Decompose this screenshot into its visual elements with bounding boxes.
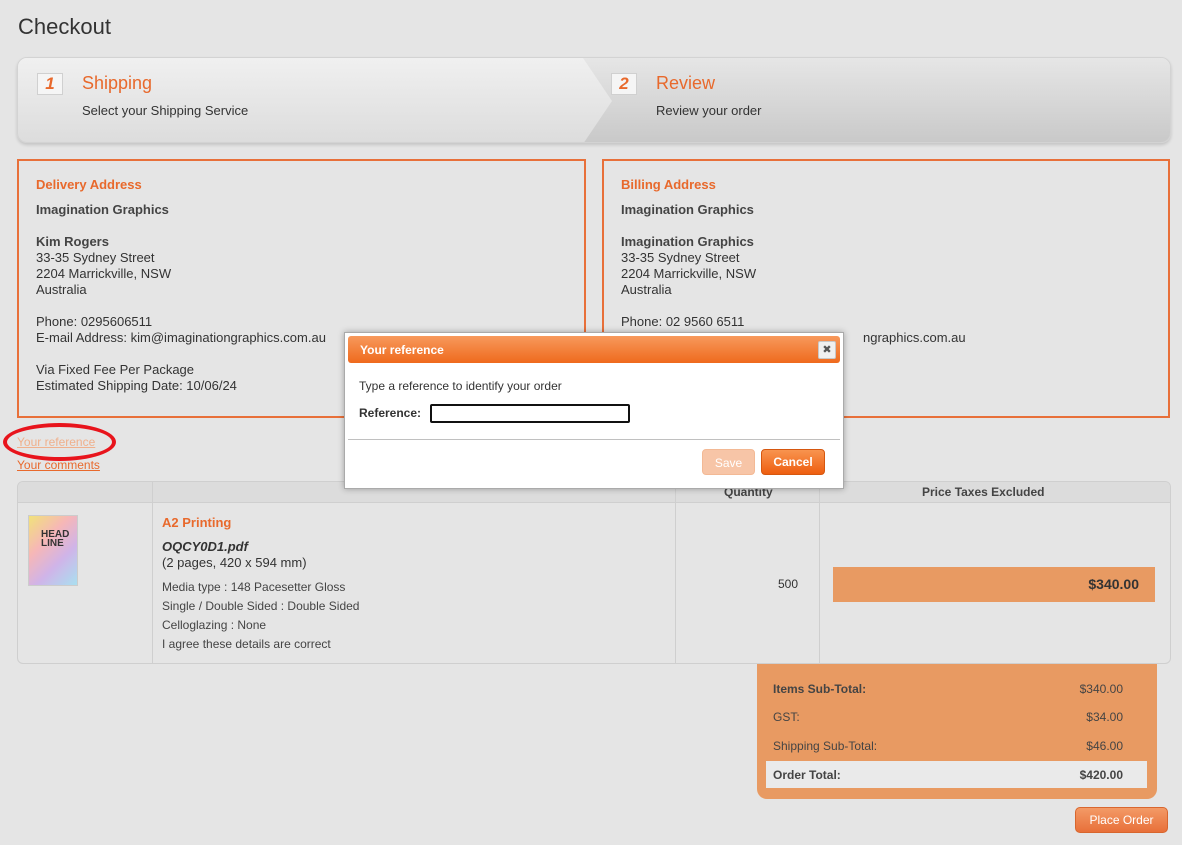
order-items-table: Quantity Price Taxes Excluded HEAD LINE … bbox=[17, 481, 1171, 664]
delivery-company: Imagination Graphics bbox=[36, 202, 169, 217]
delivery-name: Kim Rogers bbox=[36, 234, 109, 249]
billing-street: 33-35 Sydney Street bbox=[621, 250, 740, 265]
checkout-steps: 1 Shipping Select your Shipping Service … bbox=[17, 57, 1171, 143]
dialog-title: Your reference bbox=[360, 343, 444, 357]
step-subtitle: Select your Shipping Service bbox=[82, 103, 249, 118]
your-comments-link[interactable]: Your comments bbox=[17, 458, 100, 472]
delivery-street: 33-35 Sydney Street bbox=[36, 250, 155, 265]
product-pages: (2 pages, 420 x 594 mm) bbox=[162, 555, 307, 570]
step-number: 1 bbox=[37, 73, 63, 95]
product-title: A2 Printing bbox=[162, 515, 232, 530]
product-detail-agreement: I agree these details are correct bbox=[162, 637, 331, 651]
order-total-value: $420.00 bbox=[1079, 768, 1123, 782]
page-title: Checkout bbox=[18, 14, 111, 39]
billing-company: Imagination Graphics bbox=[621, 202, 754, 217]
save-button[interactable]: Save bbox=[702, 449, 755, 475]
place-order-button[interactable]: Place Order bbox=[1075, 807, 1168, 833]
step-title: Review bbox=[656, 73, 716, 93]
thumbnail-text: HEAD LINE bbox=[41, 529, 70, 549]
gst-label: GST: bbox=[773, 710, 800, 724]
product-detail-media: Media type : 148 Pacesetter Gloss bbox=[162, 580, 346, 594]
delivery-phone: Phone: 0295606511 bbox=[36, 314, 153, 329]
product-price: $340.00 bbox=[833, 567, 1155, 602]
billing-phone: Phone: 02 9560 6511 bbox=[621, 314, 745, 329]
step-title: Shipping bbox=[82, 73, 153, 93]
reference-label: Reference: bbox=[359, 406, 422, 420]
product-detail-sides: Single / Double Sided : Double Sided bbox=[162, 599, 360, 613]
product-quantity: 500 bbox=[778, 577, 799, 591]
reference-input[interactable] bbox=[430, 404, 630, 423]
close-icon[interactable]: ✖ bbox=[818, 341, 836, 359]
shipping-subtotal-label: Shipping Sub-Total: bbox=[773, 739, 878, 753]
order-total-label: Order Total: bbox=[773, 768, 841, 782]
delivery-country: Australia bbox=[36, 282, 87, 297]
delivery-address-heading: Delivery Address bbox=[36, 177, 142, 192]
order-totals: Items Sub-Total: $340.00 GST: $34.00 Shi… bbox=[757, 664, 1157, 799]
dialog-divider bbox=[348, 439, 840, 440]
billing-country: Australia bbox=[621, 282, 672, 297]
delivery-city: 2204 Marrickville, NSW bbox=[36, 266, 172, 281]
product-thumbnail[interactable]: HEAD LINE bbox=[28, 515, 78, 586]
product-detail-celloglazing: Celloglazing : None bbox=[162, 618, 267, 632]
billing-name: Imagination Graphics bbox=[621, 234, 754, 249]
product-file-name: OQCY0D1.pdf bbox=[162, 539, 248, 554]
reference-dialog: Your reference ✖ Type a reference to ide… bbox=[344, 332, 844, 489]
billing-city: 2204 Marrickville, NSW bbox=[621, 266, 757, 281]
price-header: Price Taxes Excluded bbox=[922, 485, 1045, 499]
billing-address-heading: Billing Address bbox=[621, 177, 716, 192]
step-number: 2 bbox=[611, 73, 637, 95]
shipping-subtotal-value: $46.00 bbox=[1086, 739, 1123, 753]
step-subtitle: Review your order bbox=[656, 103, 762, 118]
items-subtotal-label: Items Sub-Total: bbox=[773, 682, 867, 696]
dialog-instruction: Type a reference to identify your order bbox=[359, 379, 562, 393]
cancel-button[interactable]: Cancel bbox=[761, 449, 825, 475]
step-shipping-background bbox=[18, 58, 612, 142]
items-subtotal-value: $340.00 bbox=[1079, 682, 1123, 696]
dialog-header: Your reference ✖ bbox=[348, 336, 840, 363]
gst-value: $34.00 bbox=[1086, 710, 1123, 724]
annotation-circle bbox=[3, 423, 116, 461]
